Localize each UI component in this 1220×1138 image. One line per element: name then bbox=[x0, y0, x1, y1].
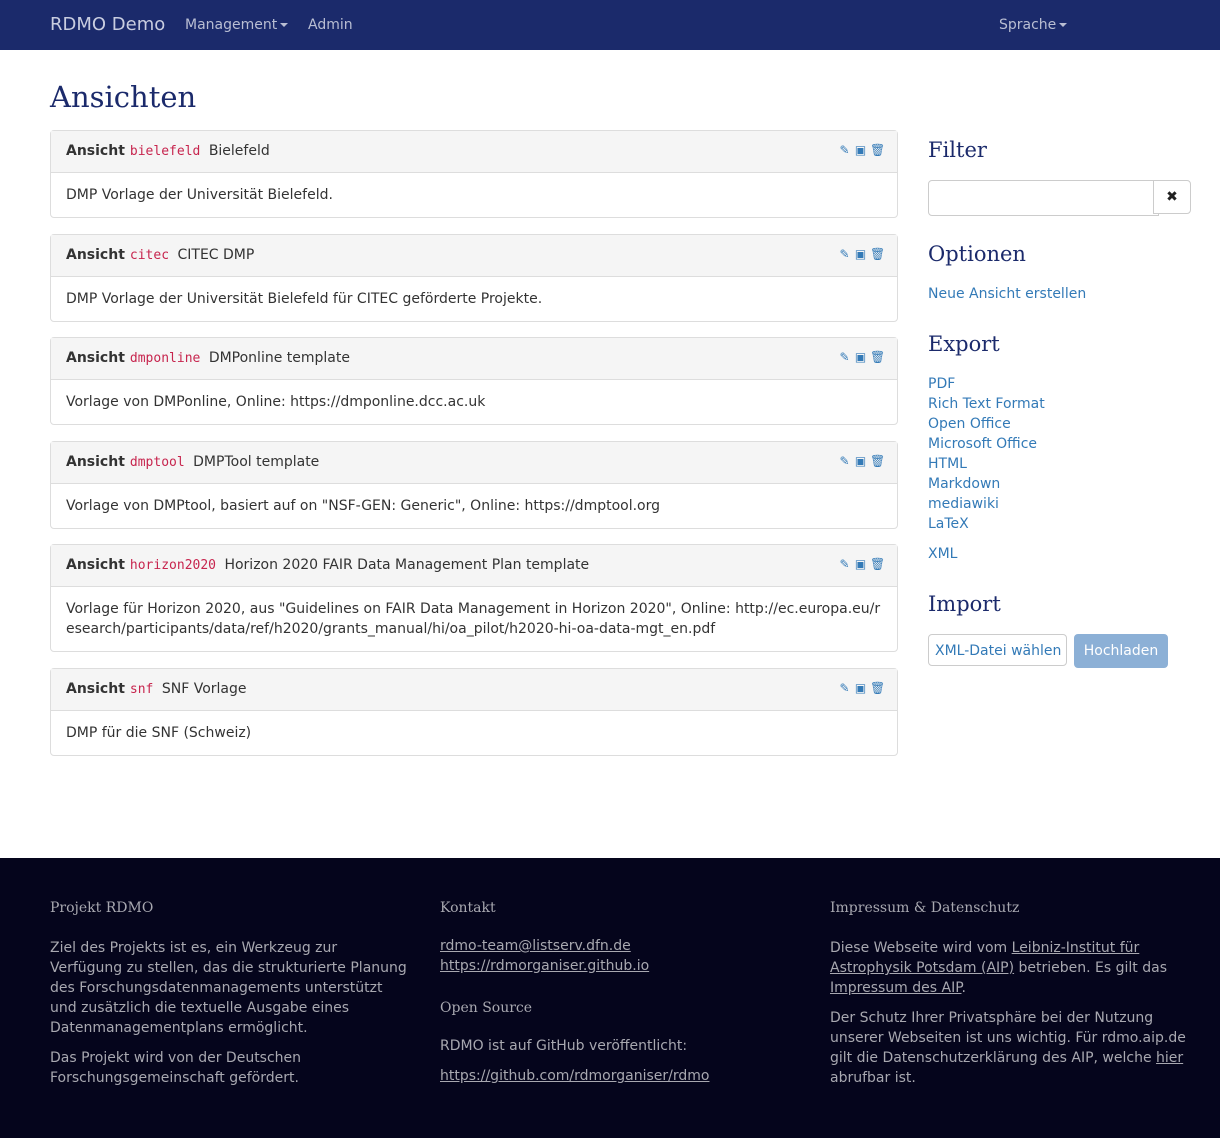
nav-admin-link[interactable]: Admin bbox=[308, 17, 353, 33]
footer-imprint-text: Diese Webseite wird vom Leibniz-Institut… bbox=[830, 940, 1168, 996]
footer-project-text: Ziel des Projekts ist es, ein Werkzeug z… bbox=[50, 940, 407, 1036]
code-file-icon[interactable]: ▣ bbox=[854, 144, 867, 157]
export-markdown-link[interactable]: Markdown bbox=[928, 476, 1000, 492]
footer-opensource-heading: Open Source bbox=[440, 1000, 533, 1016]
footer-opensource-text: RDMO ist auf GitHub veröffentlicht: bbox=[440, 1038, 688, 1054]
filter-input[interactable] bbox=[928, 180, 1159, 216]
privacy-link[interactable]: hier bbox=[1156, 1050, 1183, 1066]
view-panel: Ansicht snf SNF Vorlage ✎ ▣ 🗑 DMP für die S… bbox=[50, 668, 898, 756]
code-file-icon[interactable]: ▣ bbox=[854, 682, 867, 695]
view-panel: Ansicht dmptool DMPTool template ✎ ▣ 🗑 Vorl… bbox=[50, 441, 898, 529]
caret-down-icon bbox=[280, 23, 289, 27]
code-file-icon[interactable]: ▣ bbox=[854, 351, 867, 364]
trash-icon[interactable]: 🗑 bbox=[870, 558, 885, 571]
filter-heading: Filter bbox=[928, 138, 987, 162]
pencil-icon[interactable]: ✎ bbox=[838, 248, 851, 261]
footer: Projekt RDMO Ziel des Projekts ist es, e… bbox=[0, 858, 1220, 1138]
view-panel: Ansicht horizon2020 Horizon 2020 FAIR Dat… bbox=[50, 544, 898, 652]
pencil-icon[interactable]: ✎ bbox=[838, 351, 851, 364]
footer-imprint-heading: Impressum & Datenschutz bbox=[830, 900, 1020, 916]
view-panel-heading: Ansicht horizon2020 Horizon 2020 FAIR Dat… bbox=[51, 545, 897, 587]
view-label: Ansicht bbox=[66, 350, 125, 366]
pencil-icon[interactable]: ✎ bbox=[838, 455, 851, 468]
trash-icon[interactable]: 🗑 bbox=[870, 455, 885, 468]
code-file-icon[interactable]: ▣ bbox=[854, 558, 867, 571]
caret-down-icon bbox=[1059, 23, 1068, 27]
page-title: Ansichten bbox=[50, 80, 197, 114]
view-key: citec bbox=[129, 248, 170, 263]
export-html-link[interactable]: HTML bbox=[928, 456, 967, 472]
view-title: DMPonline template bbox=[208, 350, 350, 366]
trash-icon[interactable]: 🗑 bbox=[870, 682, 885, 695]
view-label: Ansicht bbox=[66, 247, 125, 263]
view-panel: Ansicht dmponline DMPonline template ✎ ▣ 🗑 … bbox=[50, 337, 898, 425]
view-description: Vorlage von DMPtool, basiert auf on "NSF… bbox=[66, 498, 661, 514]
choose-file-button[interactable]: XML-Datei wählen bbox=[928, 634, 1067, 666]
trash-icon[interactable]: 🗑 bbox=[870, 144, 885, 157]
github-link[interactable]: https://github.com/rdmorganiser/rdmo bbox=[440, 1068, 709, 1084]
footer-project-funding: Das Projekt wird von der Deutschen Forsc… bbox=[50, 1050, 302, 1086]
export-odt-link[interactable]: Open Office bbox=[928, 416, 1011, 432]
export-rtf-link[interactable]: Rich Text Format bbox=[928, 396, 1045, 412]
code-file-icon[interactable]: ▣ bbox=[854, 248, 867, 261]
view-key: snf bbox=[129, 682, 154, 697]
import-heading: Import bbox=[928, 592, 1001, 616]
view-description: Vorlage für Horizon 2020, aus "Guideline… bbox=[66, 601, 881, 637]
view-panel: Ansicht bielefeld Bielefeld ✎ ▣ 🗑 DMP Vorla… bbox=[50, 130, 898, 218]
view-description: DMP Vorlage der Universität Bielefeld. bbox=[66, 187, 333, 203]
footer-contact-heading: Kontakt bbox=[440, 900, 496, 916]
nav-language-label: Sprache bbox=[999, 17, 1057, 33]
pencil-icon[interactable]: ✎ bbox=[838, 144, 851, 157]
top-navbar: RDMO Demo Management Admin Sprache bbox=[0, 0, 1220, 50]
view-title: Bielefeld bbox=[208, 143, 270, 159]
view-description: Vorlage von DMPonline, Online: https://d… bbox=[66, 394, 486, 410]
view-key: bielefeld bbox=[129, 144, 201, 159]
nav-management-label: Management bbox=[185, 17, 278, 33]
contact-email-link[interactable]: rdmo-team@listserv.dfn.de bbox=[440, 938, 631, 954]
export-heading: Export bbox=[928, 332, 1000, 356]
view-label: Ansicht bbox=[66, 681, 125, 697]
clear-filter-button[interactable]: ✖ bbox=[1153, 180, 1191, 214]
view-panel-heading: Ansicht citec CITEC DMP ✎ ▣ 🗑 bbox=[51, 235, 897, 277]
view-title: DMPTool template bbox=[193, 454, 320, 470]
pencil-icon[interactable]: ✎ bbox=[838, 558, 851, 571]
view-title: Horizon 2020 FAIR Data Management Plan t… bbox=[224, 557, 590, 573]
export-docx-link[interactable]: Microsoft Office bbox=[928, 436, 1037, 452]
view-panel-heading: Ansicht dmponline DMPonline template ✎ ▣ 🗑 bbox=[51, 338, 897, 380]
footer-project-heading: Projekt RDMO bbox=[50, 900, 154, 916]
imprint-link[interactable]: Impressum des AIP bbox=[830, 980, 961, 996]
view-title: CITEC DMP bbox=[177, 247, 255, 263]
upload-button[interactable]: Hochladen bbox=[1074, 634, 1168, 668]
view-panel-heading: Ansicht snf SNF Vorlage ✎ ▣ 🗑 bbox=[51, 669, 897, 711]
nav-language-dropdown[interactable]: Sprache bbox=[999, 17, 1068, 33]
view-label: Ansicht bbox=[66, 143, 125, 159]
brand-link[interactable]: RDMO Demo bbox=[50, 14, 165, 35]
view-key: horizon2020 bbox=[129, 558, 216, 573]
export-xml-link[interactable]: XML bbox=[928, 546, 957, 562]
view-label: Ansicht bbox=[66, 557, 125, 573]
view-panel: Ansicht citec CITEC DMP ✎ ▣ 🗑 DMP Vorlage d… bbox=[50, 234, 898, 322]
export-latex-link[interactable]: LaTeX bbox=[928, 516, 969, 532]
view-panel-heading: Ansicht dmptool DMPTool template ✎ ▣ 🗑 bbox=[51, 442, 897, 484]
view-title: SNF Vorlage bbox=[161, 681, 247, 697]
view-key: dmponline bbox=[129, 351, 201, 366]
nav-management-dropdown[interactable]: Management bbox=[185, 17, 289, 33]
view-description: DMP Vorlage der Universität Bielefeld fü… bbox=[66, 291, 543, 307]
export-pdf-link[interactable]: PDF bbox=[928, 376, 955, 392]
view-key: dmptool bbox=[129, 455, 185, 470]
contact-site-link[interactable]: https://rdmorganiser.github.io bbox=[440, 958, 649, 974]
view-label: Ansicht bbox=[66, 454, 125, 470]
view-description: DMP für die SNF (Schweiz) bbox=[66, 725, 252, 741]
trash-icon[interactable]: 🗑 bbox=[870, 248, 885, 261]
new-view-link[interactable]: Neue Ansicht erstellen bbox=[928, 286, 1086, 302]
options-heading: Optionen bbox=[928, 242, 1026, 266]
footer-privacy-text: Der Schutz Ihrer Privatsphäre bei der Nu… bbox=[830, 1010, 1186, 1086]
export-mediawiki-link[interactable]: mediawiki bbox=[928, 496, 999, 512]
pencil-icon[interactable]: ✎ bbox=[838, 682, 851, 695]
close-icon: ✖ bbox=[1166, 189, 1178, 205]
view-panel-heading: Ansicht bielefeld Bielefeld ✎ ▣ 🗑 bbox=[51, 131, 897, 173]
code-file-icon[interactable]: ▣ bbox=[854, 455, 867, 468]
trash-icon[interactable]: 🗑 bbox=[870, 351, 885, 364]
